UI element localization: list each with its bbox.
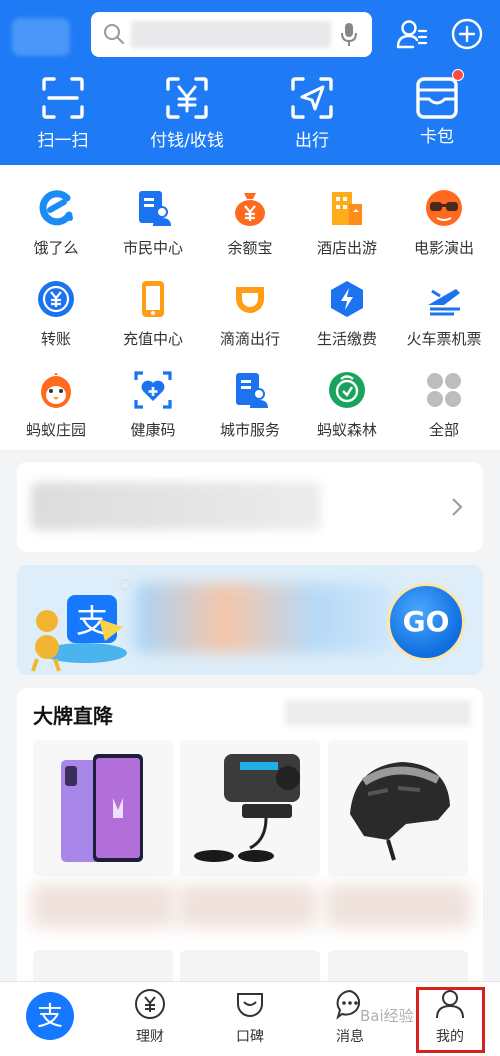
app-ant-farm[interactable]: 蚂蚁庄园	[6, 370, 106, 440]
yuebao-icon	[235, 193, 265, 226]
app-city-service[interactable]: 城市服务	[200, 370, 300, 440]
product-price-blurred	[325, 884, 471, 928]
app-header: 扫一扫 付钱/收钱 出行 卡包	[0, 0, 500, 165]
app-train-plane[interactable]: 火车票机票	[394, 279, 494, 349]
all-apps-icon	[427, 373, 461, 407]
promo-banner[interactable]: 支 GO	[17, 565, 483, 675]
svg-text:支: 支	[37, 1002, 63, 1032]
health-code-icon	[134, 371, 172, 409]
app-yuebao[interactable]: 余额宝	[200, 188, 300, 258]
koubei-icon	[237, 993, 263, 1017]
highlight-annotation-box	[416, 987, 485, 1053]
app-didi[interactable]: 滴滴出行	[200, 279, 300, 349]
add-icon[interactable]	[450, 17, 484, 51]
helmet-product-image	[350, 762, 450, 861]
city-service-icon	[236, 373, 268, 408]
product-card-helmet[interactable]	[328, 740, 468, 876]
go-button[interactable]: GO	[387, 583, 465, 661]
search-input[interactable]	[131, 21, 331, 48]
wealth-icon	[135, 989, 165, 1019]
scan-icon	[42, 77, 84, 119]
ant-farm-icon	[41, 373, 71, 408]
search-icon	[104, 24, 124, 44]
didi-icon	[236, 287, 264, 313]
promo-text-blurred	[135, 583, 393, 653]
user-avatar-blurred[interactable]	[12, 18, 70, 56]
tab-wealth[interactable]: 理财	[100, 988, 200, 1046]
alipay-home-icon: 支	[37, 1002, 63, 1032]
quick-action-scan[interactable]: 扫一扫	[8, 75, 118, 151]
app-recharge[interactable]: 充值中心	[103, 279, 203, 349]
app-grid: 饿了么 市民中心 余额宝 酒店出游 电影演出 转账 充值中心 滴滴出行 生活缴费…	[0, 165, 500, 450]
card-wallet-icon	[416, 77, 458, 119]
product-price-blurred	[31, 884, 175, 928]
alipay-mascot-illustration: 支	[31, 579, 131, 672]
notice-card[interactable]	[17, 462, 483, 552]
travel-arrow-icon	[291, 77, 333, 119]
recharge-icon	[142, 281, 164, 317]
app-all[interactable]: 全部	[394, 370, 494, 440]
chevron-right-icon	[452, 498, 463, 516]
app-eleme[interactable]: 饿了么	[6, 188, 106, 258]
transfer-icon	[38, 281, 74, 317]
eleme-icon	[39, 190, 73, 226]
watermark: Bai经验	[360, 1007, 414, 1025]
section-subtitle-blurred	[285, 700, 471, 726]
app-health-code[interactable]: 健康码	[103, 370, 203, 440]
utility-icon	[331, 281, 363, 317]
app-citizen-center[interactable]: 市民中心	[103, 188, 203, 258]
microphone-icon[interactable]	[339, 22, 359, 48]
app-ant-forest[interactable]: 蚂蚁森林	[297, 370, 397, 440]
movie-icon	[426, 190, 462, 226]
quick-action-pay[interactable]: 付钱/收钱	[132, 75, 242, 151]
product-card-headset[interactable]	[180, 740, 320, 876]
section-title: 大牌直降	[33, 704, 113, 728]
yuan-pay-icon	[166, 77, 208, 119]
quick-action-travel[interactable]: 出行	[257, 75, 367, 151]
phone-product-image	[61, 754, 143, 862]
card-wallet-badge	[452, 69, 464, 81]
train-plane-icon	[428, 289, 460, 316]
tab-home[interactable]: 支	[26, 992, 74, 1040]
product-card-phone[interactable]	[33, 740, 173, 876]
tab-koubei[interactable]: 口碑	[200, 988, 300, 1046]
search-bar[interactable]	[91, 12, 372, 57]
contacts-icon[interactable]	[395, 17, 429, 51]
quick-action-card-wallet[interactable]: 卡包	[382, 69, 492, 147]
notice-text-blurred	[31, 482, 321, 530]
ant-forest-icon	[329, 372, 365, 408]
app-hotel[interactable]: 酒店出游	[297, 188, 397, 258]
app-transfer[interactable]: 转账	[6, 279, 106, 349]
app-movie[interactable]: 电影演出	[394, 188, 494, 258]
hotel-icon	[332, 192, 362, 225]
product-price-blurred	[177, 884, 317, 928]
app-utility[interactable]: 生活缴费	[297, 279, 397, 349]
citizen-center-icon	[139, 191, 171, 226]
brand-deals-section: 大牌直降	[17, 688, 483, 990]
headset-product-image	[194, 754, 300, 862]
card-wallet-icon-wrap	[414, 69, 464, 121]
